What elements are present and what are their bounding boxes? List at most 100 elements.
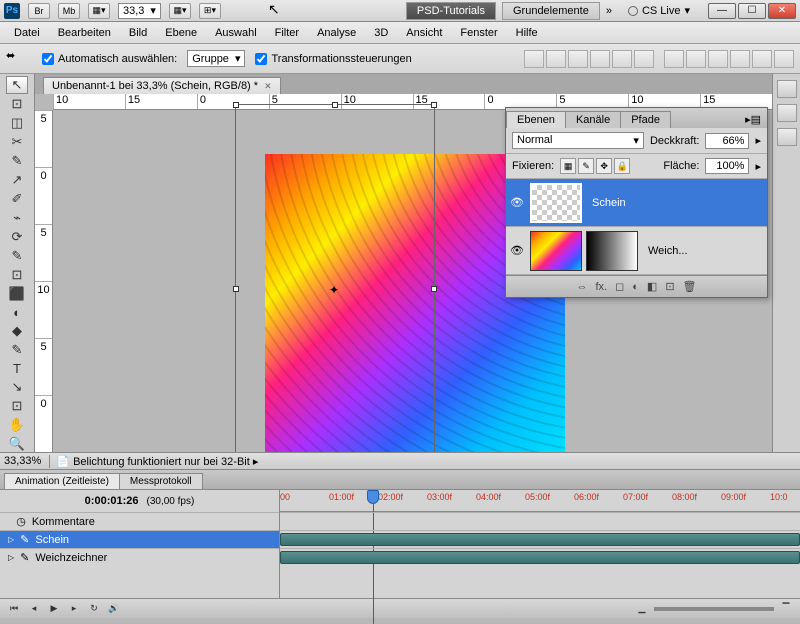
- visibility-toggle-icon[interactable]: 👁: [506, 244, 528, 257]
- distribute-button[interactable]: [752, 50, 772, 68]
- extras-button[interactable]: ⊞▾: [199, 3, 221, 19]
- tool-button[interactable]: ↖: [6, 76, 28, 94]
- layer-name[interactable]: Schein: [584, 197, 767, 209]
- close-button[interactable]: ✕: [768, 3, 796, 19]
- tool-button[interactable]: ✎: [6, 152, 28, 170]
- menu-ebene[interactable]: Ebene: [157, 25, 205, 41]
- zoom-slider[interactable]: [654, 607, 774, 611]
- breadcrumb-tutorials[interactable]: PSD-Tutorials: [406, 2, 496, 20]
- layer-row[interactable]: 👁 Schein: [506, 179, 767, 227]
- layer-action-icon[interactable]: ◐: [632, 281, 639, 293]
- tool-button[interactable]: ✐: [6, 190, 28, 208]
- minibridge-button[interactable]: Mb: [58, 3, 80, 19]
- screen-mode-button[interactable]: ▦▾: [169, 3, 191, 19]
- menu-bearbeiten[interactable]: Bearbeiten: [50, 25, 119, 41]
- fill-slider-icon[interactable]: ▸: [755, 160, 761, 173]
- layer-name[interactable]: Weich...: [640, 245, 767, 257]
- rewind-button[interactable]: ⏮: [6, 602, 22, 616]
- menu-bild[interactable]: Bild: [121, 25, 155, 41]
- layer-action-icon[interactable]: ◧: [647, 280, 657, 293]
- tool-button[interactable]: ◫: [6, 114, 28, 132]
- menu-auswahl[interactable]: Auswahl: [207, 25, 265, 41]
- tab-messprotokoll[interactable]: Messprotokoll: [119, 473, 203, 489]
- minimize-button[interactable]: —: [708, 3, 736, 19]
- tab-channels[interactable]: Kanäle: [565, 111, 621, 128]
- timeline-ruler[interactable]: 0001:00f02:00f03:00f04:00f05:00f06:00f07…: [280, 490, 800, 512]
- prev-frame-button[interactable]: ◂: [26, 602, 42, 616]
- tool-button[interactable]: T: [6, 360, 28, 377]
- track-lane[interactable]: [280, 512, 800, 530]
- tab-layers[interactable]: Ebenen: [506, 111, 566, 128]
- transform-controls-checkbox[interactable]: Transformationssteuerungen: [255, 53, 411, 65]
- panel-menu-icon[interactable]: ▸▤: [739, 111, 767, 128]
- loop-button[interactable]: ↻: [86, 602, 102, 616]
- tool-button[interactable]: ✂: [6, 133, 28, 151]
- dock-panel-icon[interactable]: [777, 128, 797, 146]
- align-button[interactable]: [568, 50, 588, 68]
- layer-thumbnail[interactable]: [530, 183, 582, 223]
- distribute-button[interactable]: [730, 50, 750, 68]
- status-zoom[interactable]: 33,33%: [4, 455, 41, 467]
- lock-all-icon[interactable]: 🔒: [614, 158, 630, 174]
- tab-paths[interactable]: Pfade: [620, 111, 671, 128]
- tool-button[interactable]: ✎: [6, 341, 28, 359]
- next-frame-button[interactable]: ▸: [66, 602, 82, 616]
- menu-hilfe[interactable]: Hilfe: [508, 25, 546, 41]
- tool-button[interactable]: ⬛: [6, 285, 28, 303]
- transform-handle[interactable]: [233, 102, 239, 108]
- tool-button[interactable]: ↘: [6, 378, 28, 396]
- dock-panel-icon[interactable]: [777, 80, 797, 98]
- track-header[interactable]: ▷✎Weichzeichner: [0, 548, 279, 566]
- breadcrumb-current[interactable]: Grundelemente: [502, 2, 600, 20]
- clip[interactable]: [280, 551, 800, 564]
- menu-3d[interactable]: 3D: [366, 25, 396, 41]
- lock-position-icon[interactable]: ✥: [596, 158, 612, 174]
- zoom-in-button[interactable]: ▔: [778, 602, 794, 616]
- playhead[interactable]: [367, 490, 379, 504]
- tab-animation[interactable]: Animation (Zeitleiste): [4, 473, 120, 489]
- layer-action-icon[interactable]: ⊡: [665, 280, 674, 293]
- align-button[interactable]: [634, 50, 654, 68]
- transform-handle[interactable]: [431, 286, 437, 292]
- tool-button[interactable]: ✋: [6, 416, 28, 434]
- tool-button[interactable]: ⊡: [6, 397, 28, 415]
- menu-analyse[interactable]: Analyse: [309, 25, 364, 41]
- bridge-button[interactable]: Br: [28, 3, 50, 19]
- tool-button[interactable]: ↗: [6, 171, 28, 189]
- opacity-slider-icon[interactable]: ▸: [755, 134, 761, 147]
- zoom-out-button[interactable]: ▁: [634, 602, 650, 616]
- transform-handle[interactable]: [233, 286, 239, 292]
- transform-bounding-box[interactable]: ✦: [235, 104, 435, 452]
- opacity-input[interactable]: 66%: [705, 133, 749, 149]
- distribute-button[interactable]: [774, 50, 794, 68]
- auto-select-checkbox[interactable]: Automatisch auswählen:: [42, 53, 177, 65]
- track-header[interactable]: ▷✎Schein: [0, 530, 279, 548]
- layer-action-icon[interactable]: fx.: [595, 281, 607, 293]
- track-header[interactable]: ◷Kommentare ↖: [0, 512, 279, 530]
- align-button[interactable]: [546, 50, 566, 68]
- align-button[interactable]: [612, 50, 632, 68]
- tool-button[interactable]: ✎: [6, 247, 28, 265]
- distribute-button[interactable]: [664, 50, 684, 68]
- arrange-docs-button[interactable]: ▦▾: [88, 3, 110, 19]
- transform-center-icon[interactable]: ✦: [329, 283, 339, 297]
- clip[interactable]: [280, 533, 800, 546]
- audio-button[interactable]: 🔊: [106, 602, 122, 616]
- layer-action-icon[interactable]: 🗑: [683, 280, 697, 293]
- layer-action-icon[interactable]: ◻: [615, 280, 624, 293]
- layer-action-icon[interactable]: ⇔: [576, 281, 587, 293]
- tool-button[interactable]: ⊡: [6, 95, 28, 113]
- tool-button[interactable]: 🔍: [6, 435, 28, 453]
- tool-button[interactable]: ⊡: [6, 266, 28, 284]
- fill-input[interactable]: 100%: [705, 158, 749, 174]
- transform-handle[interactable]: [431, 102, 437, 108]
- layer-thumbnail[interactable]: [530, 231, 582, 271]
- close-tab-icon[interactable]: ✕: [264, 81, 272, 92]
- tool-button[interactable]: ◆: [6, 322, 28, 340]
- zoom-select[interactable]: 33,3▾: [118, 3, 161, 19]
- track-lane[interactable]: [280, 530, 800, 548]
- align-button[interactable]: [590, 50, 610, 68]
- menu-fenster[interactable]: Fenster: [452, 25, 505, 41]
- align-button[interactable]: [524, 50, 544, 68]
- dock-panel-icon[interactable]: [777, 104, 797, 122]
